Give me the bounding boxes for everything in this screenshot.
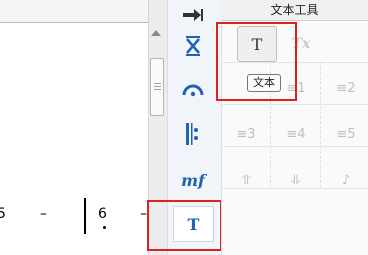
align-4-button[interactable]: ≡4 <box>272 114 320 154</box>
dynamics-mf-label: mf <box>181 170 205 190</box>
align-3-icon: ≡3 <box>236 126 256 142</box>
score-dash[interactable]: – <box>140 206 147 222</box>
score-toolbar <box>0 0 166 23</box>
lower-text-icon: ⥥ <box>291 172 301 188</box>
repeat-start-icon <box>186 123 198 145</box>
strike-note-tool[interactable] <box>173 31 213 61</box>
collapse-panel-button[interactable] <box>173 0 213 30</box>
arrow-right-bar-icon <box>183 9 203 21</box>
raise-text-button[interactable]: ⥣ <box>222 160 270 200</box>
score-note-6[interactable]: 6 <box>98 206 107 222</box>
align-2-icon: ≡2 <box>336 80 356 96</box>
fermata-icon <box>182 84 204 97</box>
repeat-sign-tool[interactable] <box>173 119 213 149</box>
score-dash[interactable]: – <box>40 206 47 222</box>
align-2-button[interactable]: ≡2 <box>322 68 368 108</box>
note-text-icon: ♪ <box>341 172 351 188</box>
align-5-button[interactable]: ≡5 <box>322 114 368 154</box>
align-3-button[interactable]: ≡3 <box>222 114 270 154</box>
raise-text-icon: ⥣ <box>241 172 251 188</box>
fermata-tool[interactable] <box>173 75 213 105</box>
lower-octave-dot <box>103 226 106 229</box>
barline <box>84 198 86 234</box>
scrollbar-thumb[interactable] <box>150 58 164 116</box>
lower-text-button[interactable]: ⥥ <box>272 160 320 200</box>
dynamics-tool[interactable]: mf <box>173 165 213 195</box>
align-4-icon: ≡4 <box>286 126 306 142</box>
score-area[interactable] <box>0 23 148 255</box>
align-5-icon: ≡5 <box>336 126 356 142</box>
highlight-box-text-button <box>216 22 297 101</box>
scroll-up-arrow-icon[interactable] <box>151 30 161 36</box>
note-text-button[interactable]: ♪ <box>322 160 368 200</box>
x-strike-icon <box>186 36 200 56</box>
highlight-box-text-tool <box>147 200 222 251</box>
score-note-5[interactable]: 5 <box>0 206 6 222</box>
panel-title: 文本工具 <box>221 0 368 21</box>
